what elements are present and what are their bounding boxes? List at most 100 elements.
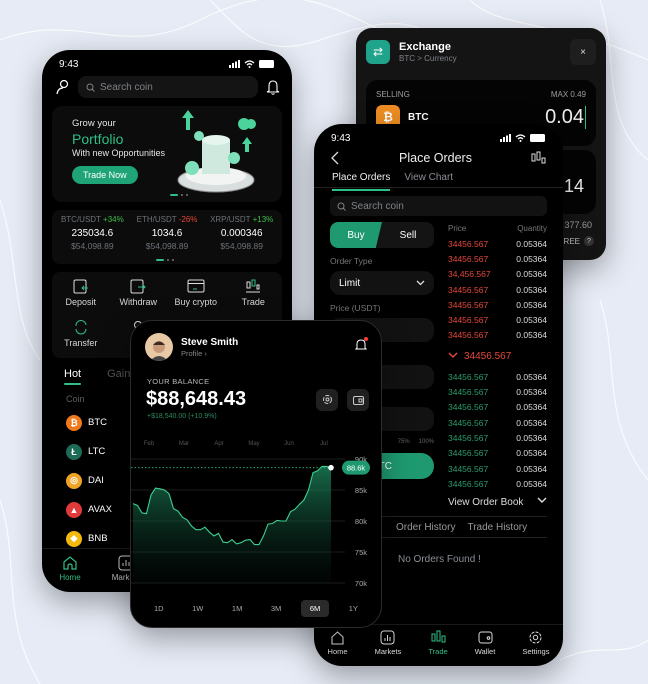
order-book-row[interactable]: 34456.567 0.05364 bbox=[448, 415, 547, 430]
view-order-book-button[interactable]: View Order Book bbox=[448, 497, 547, 508]
nav-trade[interactable]: Trade bbox=[428, 630, 448, 666]
deposit-action[interactable]: Deposit bbox=[52, 278, 110, 307]
price-label: Price (USDT) bbox=[330, 303, 381, 313]
timeframe-3m[interactable]: 3M bbox=[262, 600, 290, 617]
x-tick-label: Mar bbox=[179, 441, 189, 447]
max-label[interactable]: MAX 0.49 bbox=[551, 90, 586, 99]
order-book-row[interactable]: 34456.567 0.05364 bbox=[448, 312, 547, 327]
chevron-down-icon bbox=[537, 497, 547, 504]
refresh-button[interactable] bbox=[316, 388, 338, 411]
help-icon[interactable]: ? bbox=[584, 236, 594, 246]
order-price: 34456.567 bbox=[448, 371, 489, 382]
y-tick-label: 75k bbox=[355, 548, 367, 557]
tab-place-orders[interactable]: Place Orders bbox=[332, 172, 391, 191]
timeframe-1d[interactable]: 1D bbox=[145, 600, 173, 617]
order-quantity: 0.05364 bbox=[516, 371, 547, 382]
order-book-row[interactable]: 34456.567 0.05364 bbox=[448, 369, 547, 384]
avax-icon: ▲ bbox=[66, 501, 82, 518]
order-book-row[interactable]: 34456.567 0.05364 bbox=[448, 446, 547, 461]
tab-view-chart[interactable]: View Chart bbox=[404, 172, 453, 187]
buy-crypto-action[interactable]: Buy crypto bbox=[167, 278, 225, 307]
order-quantity: 0.05364 bbox=[516, 448, 547, 459]
ticker-item[interactable]: ETH/USDT -26% 1034.6 $54,098.89 bbox=[130, 215, 205, 264]
selling-coin[interactable]: BTC bbox=[408, 112, 429, 123]
promo-banner[interactable]: Grow your Portfolio With new Opportuniti… bbox=[52, 106, 282, 202]
gear-icon bbox=[529, 631, 542, 644]
nav-wallet-label: Wallet bbox=[474, 647, 496, 656]
ticker-value: 0.000346 bbox=[220, 228, 263, 239]
search-input[interactable]: Search coin bbox=[330, 196, 547, 216]
withdraw-label: Withdraw bbox=[119, 297, 157, 307]
buy-toggle[interactable]: Buy bbox=[330, 222, 382, 248]
profile-link[interactable]: Profile › bbox=[181, 349, 238, 358]
ticker-change: +13% bbox=[252, 215, 274, 224]
tab-hot[interactable]: Hot bbox=[64, 368, 82, 385]
x-tick-label: Jul bbox=[320, 441, 328, 447]
pct-75[interactable]: 75% bbox=[398, 439, 410, 445]
signal-icon bbox=[500, 134, 511, 142]
ticker-strip[interactable]: BTC/USDT +34% 235034.6 $54,098.89 ETH/USD… bbox=[52, 210, 282, 264]
tab-trade-history[interactable]: Trade History bbox=[467, 522, 527, 533]
timeframe-1m[interactable]: 1M bbox=[223, 600, 251, 617]
order-book-row[interactable]: 34456.567 0.05364 bbox=[448, 476, 547, 491]
ticker-item[interactable]: XRP/USDT +13% 0.000346 $54,098.89 bbox=[204, 215, 279, 264]
order-book-row[interactable]: 34456.567 0.05364 bbox=[448, 400, 547, 415]
wifi-icon bbox=[244, 60, 255, 68]
timeframe-6m[interactable]: 6M bbox=[300, 600, 330, 617]
tab-order-history[interactable]: Order History bbox=[396, 522, 455, 533]
coin-symbol: BTC bbox=[88, 417, 107, 428]
order-book-row[interactable]: 34456.567 0.05364 bbox=[448, 384, 547, 399]
btc-icon: ₿ bbox=[66, 414, 82, 431]
ticker-usd: $54,098.89 bbox=[145, 241, 189, 251]
order-book-row[interactable]: 34,456.567 0.05364 bbox=[448, 267, 547, 282]
sell-toggle[interactable]: Sell bbox=[382, 222, 434, 248]
bell-icon[interactable] bbox=[266, 79, 280, 95]
nav-markets-label: Markets bbox=[374, 647, 402, 656]
nav-settings[interactable]: Settings bbox=[522, 630, 549, 666]
order-type-select[interactable]: Limit bbox=[330, 271, 434, 295]
close-button[interactable]: × bbox=[570, 39, 596, 65]
balance-chart[interactable]: 90k85k80k75k70kFeb Mar Apr May Jun Jul88.6k bbox=[131, 433, 382, 613]
timeframe-1w[interactable]: 1W bbox=[183, 600, 212, 617]
order-book-row[interactable]: 34456.567 0.05364 bbox=[448, 328, 547, 343]
order-price: 34456.567 bbox=[448, 387, 489, 398]
user-icon[interactable] bbox=[56, 79, 70, 95]
trade-action[interactable]: Trade bbox=[225, 278, 283, 307]
selling-amount-input[interactable]: 0.04 bbox=[545, 105, 586, 129]
status-time: 9:43 bbox=[59, 58, 79, 70]
order-quantity: 0.05364 bbox=[516, 417, 547, 428]
avatar[interactable] bbox=[145, 333, 173, 361]
order-type-label: Order Type bbox=[330, 256, 373, 266]
nav-wallet[interactable]: Wallet bbox=[474, 630, 496, 666]
nav-home[interactable]: Home bbox=[328, 630, 348, 666]
ticker-item[interactable]: BTC/USDT +34% 235034.6 $54,098.89 bbox=[55, 215, 130, 264]
transfer-action[interactable]: Transfer bbox=[52, 319, 110, 348]
wallet-button[interactable] bbox=[347, 388, 369, 411]
order-book-row[interactable]: 34456.567 0.05364 bbox=[448, 236, 547, 251]
notifications-button[interactable] bbox=[354, 337, 368, 356]
order-book-row[interactable]: 34456.567 0.05364 bbox=[448, 297, 547, 312]
withdraw-action[interactable]: Withdraw bbox=[110, 278, 168, 307]
page-title: Place Orders bbox=[399, 151, 472, 165]
order-price: 34456.567 bbox=[448, 402, 489, 413]
pct-100[interactable]: 100% bbox=[419, 439, 434, 445]
order-price: 34456.567 bbox=[448, 238, 489, 249]
candlestick-icon[interactable] bbox=[531, 151, 547, 165]
order-book-row[interactable]: 34456.567 0.05364 bbox=[448, 282, 547, 297]
timeframe-1y[interactable]: 1Y bbox=[340, 600, 367, 617]
search-input[interactable]: Search coin bbox=[78, 76, 258, 98]
nav-home[interactable]: Home bbox=[42, 555, 98, 592]
selling-label: SELLING bbox=[376, 90, 410, 99]
exchange-icon: ⇄ bbox=[366, 40, 390, 64]
ticker-pair: ETH/USDT bbox=[136, 215, 177, 224]
trade-now-button[interactable]: Trade Now bbox=[72, 166, 138, 184]
order-book-row[interactable]: 34456.567 0.05364 bbox=[448, 251, 547, 266]
home-icon bbox=[63, 556, 77, 570]
nav-markets[interactable]: Markets bbox=[374, 630, 402, 666]
order-book: Price Quantity 34456.567 0.05364 34456.567… bbox=[434, 222, 563, 508]
order-book-row[interactable]: 34456.567 0.05364 bbox=[448, 461, 547, 476]
card-icon bbox=[187, 279, 205, 293]
back-icon[interactable] bbox=[330, 151, 340, 165]
order-book-row[interactable]: 34456.567 0.05364 bbox=[448, 430, 547, 445]
status-icons bbox=[500, 134, 546, 142]
